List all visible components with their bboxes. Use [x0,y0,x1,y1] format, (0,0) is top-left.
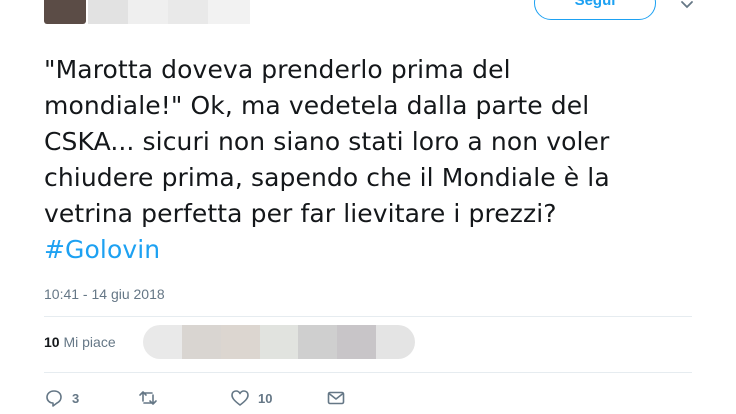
reply-action[interactable]: 3 [44,388,79,408]
tweet-text-line: CSKA... sicuri non siano stati loro a no… [44,127,610,156]
tweet-actions: 3 10 [44,388,364,414]
retweet-icon [139,391,157,405]
hashtag-link[interactable]: #Golovin [44,232,714,268]
heart-icon [231,390,249,406]
blurred-author-name [128,0,168,24]
avatar[interactable] [44,0,86,24]
like-count: 10 [258,390,273,406]
blurred-author-handle [208,0,250,24]
like-action[interactable]: 10 [230,388,272,408]
tweet-text-line: vetrina perfetta per far lievitare i pre… [44,199,557,228]
tweet-text-line: "Marotta doveva prenderlo prima del [44,55,511,84]
message-icon [327,391,345,405]
divider [44,372,692,373]
reply-icon [46,390,62,407]
tweet-text: "Marotta doveva prenderlo prima del mond… [44,52,714,268]
chevron-down-icon[interactable] [680,0,694,12]
follow-button[interactable]: Segui [534,0,656,20]
tweet-text-line: chiudere prima, sapendo che il Mondiale … [44,163,610,192]
tweet-timestamp[interactable]: 10:41 - 14 giu 2018 [44,286,165,302]
divider [44,316,692,317]
likes-label: Mi piace [63,334,116,350]
direct-message-action[interactable] [326,388,346,408]
tweet-text-line: mondiale!" Ok, ma vedetela dalla parte d… [44,91,590,120]
likes-count: 10 [44,334,60,350]
reply-count: 3 [72,390,80,406]
blurred-author-handle [168,0,208,24]
liker-avatars-blurred [143,325,415,359]
tweet-header: Segui [0,0,736,30]
blurred-author-name [88,0,128,24]
retweet-action[interactable] [138,388,158,408]
likes-stat[interactable]: 10 Mi piace [44,334,116,350]
